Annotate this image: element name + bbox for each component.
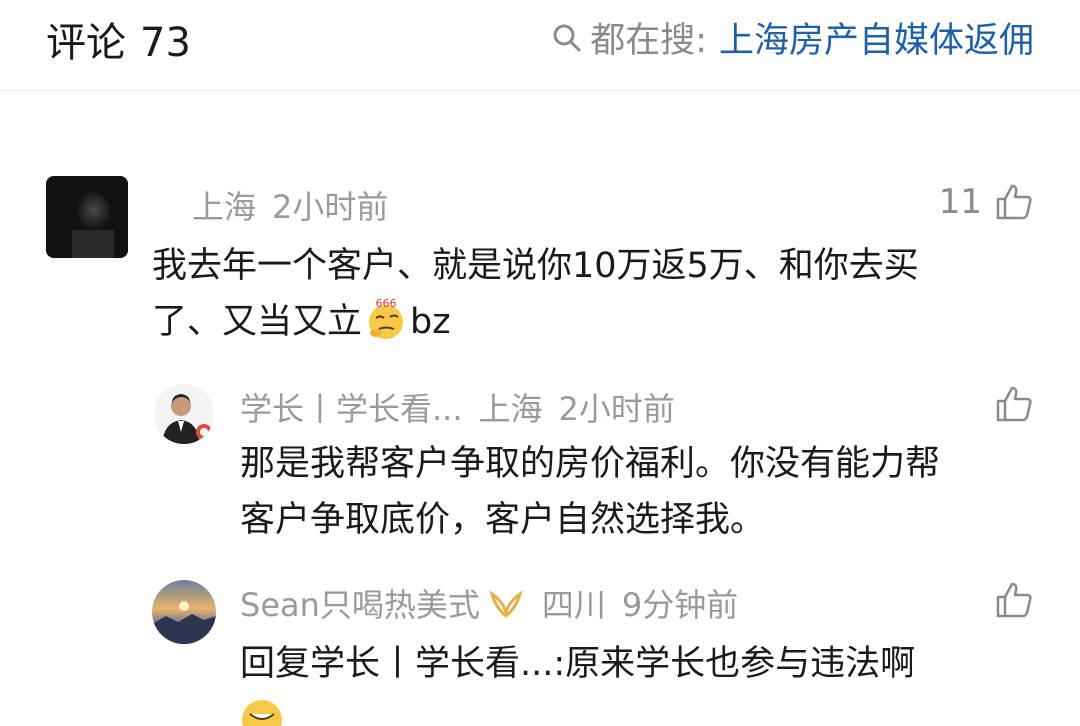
search-term-link[interactable]: 上海房产自媒体返佣 [719, 12, 1034, 63]
comments-title-label: 评论 [46, 20, 126, 66]
comment-text: 我去年一个客户、就是说你10万返5万、和你去买 了、又当又立 666 bz [152, 238, 1042, 350]
comment-location: 上海 [192, 188, 257, 226]
laughing-emoji-icon [242, 700, 282, 726]
trending-search[interactable]: 都在搜: 上海房产自媒体返佣 [552, 12, 1034, 63]
avatar[interactable] [46, 176, 128, 258]
reply-author[interactable]: Sean只喝热美式 [240, 586, 526, 624]
avatar[interactable] [152, 580, 216, 644]
reply-time: 9分钟前 [621, 586, 739, 624]
like-count: 11 [938, 182, 982, 222]
reply-text: 回复学长丨学长看...:原来学长也参与违法啊 [240, 636, 1050, 692]
comments-count: 73 [140, 20, 191, 66]
reply-meta: 学长丨学长看... 上海 2小时前 [240, 384, 675, 430]
svg-text:666: 666 [376, 297, 397, 310]
comments-title: 评论 73 [46, 10, 191, 68]
thinking-666-emoji-icon: 666 [369, 297, 404, 339]
like-button[interactable] [994, 384, 1034, 424]
comment-time: 2小时前 [272, 188, 389, 226]
search-prefix: 都在搜: [590, 21, 707, 61]
comment-text-line: 我去年一个客户、就是说你10万返5万、和你去买 [152, 246, 919, 286]
comment-text-fragment: 了、又当又立 [152, 302, 363, 342]
comment-text-fragment: bz [410, 302, 451, 342]
reply-author[interactable]: 学长丨学长看... [240, 390, 463, 428]
avatar-image [152, 580, 216, 644]
avatar[interactable] [154, 384, 214, 444]
thumbs-up-icon [996, 184, 1032, 220]
avatar-image [154, 384, 214, 444]
badge-icon [489, 590, 523, 618]
comment-meta: 上海 2小时前 [192, 182, 388, 228]
reply-text-line: 客户争取底价，客户自然选择我。 [240, 500, 766, 540]
like-button[interactable]: 11 [939, 182, 1034, 222]
reply-text-line: 那是我帮客户争取的房价福利。你没有能力帮 [240, 444, 941, 484]
avatar-image [46, 176, 128, 258]
reply-time: 2小时前 [558, 390, 675, 428]
comment-item: 上海 2小时前 11 我去年一个客户、就是说你10万返5万、和你去买 了、又当又立… [0, 176, 1080, 346]
reply-item: Sean只喝热美式 四川 9分钟前 回复学长丨学长看...:原来学长也参与违法啊 [0, 580, 1080, 726]
reply-text-line: 回复学长丨学长看...:原来学长也参与违法啊 [240, 644, 916, 684]
search-icon [553, 24, 581, 51]
reply-text: 那是我帮客户争取的房价福利。你没有能力帮 客户争取底价，客户自然选择我。 [240, 436, 1040, 548]
reply-location: 上海 [478, 390, 543, 428]
reply-meta: Sean只喝热美式 四川 9分钟前 [240, 580, 738, 626]
comment-text-line: 了、又当又立 666 bz [152, 294, 1042, 350]
thumbs-up-icon [996, 386, 1032, 422]
thumbs-up-icon [996, 582, 1032, 618]
comments-header: 评论 73 都在搜: 上海房产自媒体返佣 [0, 0, 1080, 91]
reply-item: 学长丨学长看... 上海 2小时前 那是我帮客户争取的房价福利。你没有能力帮 客户争… [0, 384, 1080, 544]
like-button[interactable] [994, 580, 1034, 620]
reply-location: 四川 [541, 586, 606, 624]
